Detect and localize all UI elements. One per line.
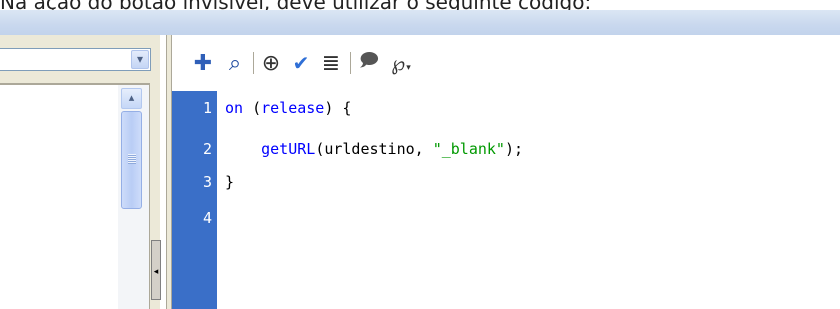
code-text: );	[504, 140, 524, 158]
keyword: release	[261, 99, 325, 117]
target-glyph: ⊕	[261, 50, 281, 76]
debug-options-icon[interactable]: ℘ ▾	[386, 50, 416, 76]
check-syntax-icon[interactable]: ✔	[288, 50, 314, 76]
add-statement-glyph: ✚	[193, 50, 213, 76]
line-number: 4	[202, 209, 212, 227]
string-literal: "_blank"	[432, 140, 505, 158]
script-toolbar: ✚ ⌕ ⊕ ✔ ≣ 🗩 ℘ ▾	[172, 35, 840, 91]
code-text: ) {	[324, 99, 352, 117]
collapse-panel-handle[interactable]: ◂	[151, 240, 161, 300]
find-glyph: ⌕	[228, 50, 242, 76]
actions-tree-list[interactable]: ▴	[0, 85, 150, 309]
find-icon[interactable]: ⌕	[222, 50, 248, 76]
add-statement-icon[interactable]: ✚	[190, 50, 216, 76]
auto-format-icon[interactable]: ≣	[318, 50, 344, 76]
line-number-gutter: 1 2 3 4	[172, 91, 217, 309]
scroll-up-arrow-icon[interactable]: ▴	[121, 88, 142, 109]
window-title-bar	[0, 10, 840, 35]
debug-glyph: ℘	[391, 51, 406, 75]
line-number: 1	[202, 99, 212, 117]
line-number: 3	[202, 173, 212, 191]
code-text: (urldestino,	[315, 140, 433, 158]
script-editor[interactable]: on (release) { getURL(urldestino, "_blan…	[217, 91, 840, 309]
code-hint-glyph: 🗩	[359, 50, 379, 71]
grip-icon	[128, 154, 136, 164]
function-name: getURL	[261, 140, 316, 158]
actions-category-dropdown[interactable]: ▾	[0, 48, 151, 71]
keyword: on	[225, 99, 244, 117]
code-hint-icon[interactable]: 🗩	[356, 50, 382, 76]
toolbar-separator	[253, 52, 254, 74]
dropdown-arrow-icon[interactable]: ▾	[131, 50, 149, 69]
code-line-1: on (release) {	[225, 99, 351, 117]
toolbar-separator	[350, 52, 351, 74]
line-number: 2	[202, 140, 212, 158]
code-line-3: }	[225, 173, 234, 191]
code-text: }	[225, 173, 235, 191]
vertical-scrollbar[interactable]: ▴	[118, 85, 149, 309]
format-glyph: ≣	[321, 50, 341, 76]
checkmark-glyph: ✔	[292, 51, 310, 75]
code-line-2: getURL(urldestino, "_blank");	[225, 140, 523, 158]
debug-dropdown-arrow-icon[interactable]: ▾	[406, 63, 411, 73]
scrollbar-thumb[interactable]	[121, 111, 142, 209]
code-text: (	[243, 99, 262, 117]
actions-toolbox-panel: ▾ ▴	[0, 35, 160, 309]
crosshair-target-icon[interactable]: ⊕	[258, 50, 284, 76]
